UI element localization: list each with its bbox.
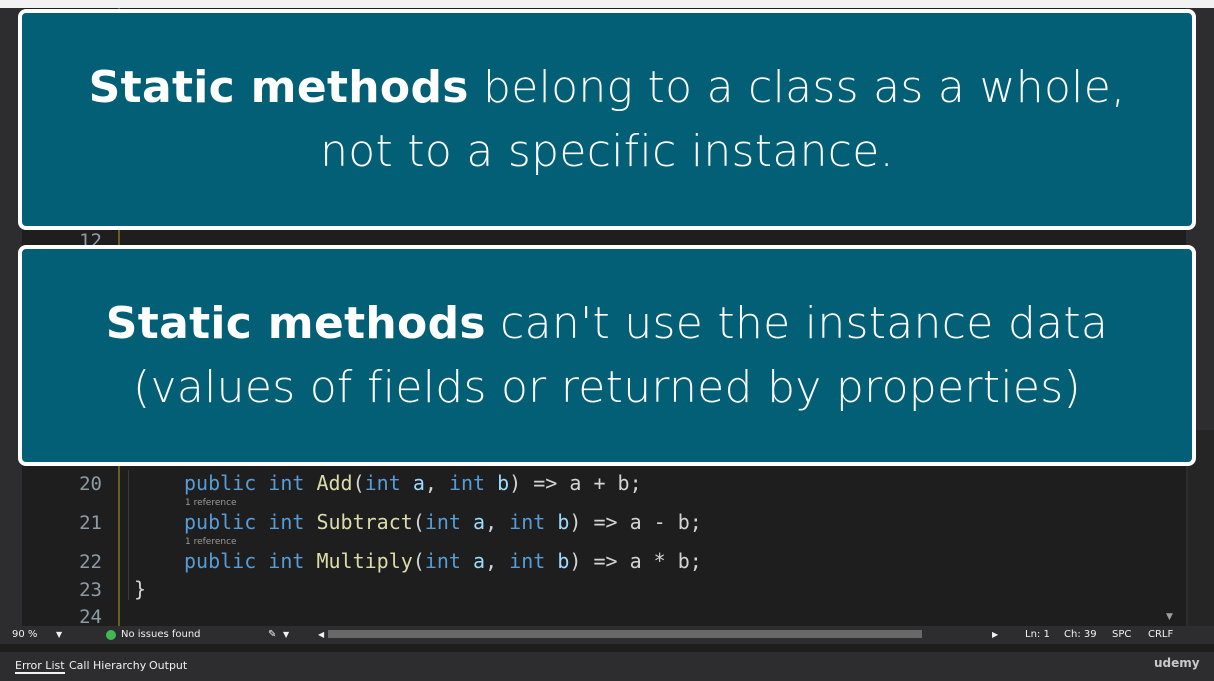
keyword: int — [268, 510, 305, 534]
keyword: public — [184, 549, 257, 573]
scroll-left-icon[interactable]: ◀ — [318, 630, 324, 639]
paren: ( — [412, 549, 425, 573]
keyword: public — [184, 471, 257, 495]
method-name: Subtract — [316, 510, 413, 534]
udemy-watermark: udemy — [1154, 656, 1200, 670]
code-line-subtract[interactable]: public int Subtract(int a, int b) => a -… — [184, 510, 702, 534]
tool-window-tabs: Error List Call Hierarchy Output — [0, 652, 1214, 681]
line-number-23: 23 — [79, 579, 102, 601]
keyword: int — [509, 549, 546, 573]
keyword: public — [184, 510, 257, 534]
codelens-references[interactable]: 1 reference — [185, 498, 237, 508]
code-line-multiply[interactable]: public int Multiply(int a, int b) => a *… — [184, 549, 702, 573]
whitespace-mode[interactable]: SPC — [1112, 629, 1131, 640]
param: b — [497, 471, 510, 495]
line-number-21: 21 — [79, 512, 102, 534]
chevron-down-icon[interactable]: ▼ — [283, 630, 289, 639]
callout-emphasis: Static methods — [88, 61, 469, 113]
line-number-22: 22 — [79, 551, 102, 573]
brush-icon[interactable]: ✎ — [268, 629, 276, 640]
check-circle-icon — [106, 630, 116, 640]
code-line-close-brace[interactable]: } — [134, 577, 146, 601]
keyword: int — [509, 510, 546, 534]
keyword: int — [364, 471, 401, 495]
method-name: Multiply — [316, 549, 413, 573]
callout-static-methods-belong: Static methods belong to a class as a wh… — [18, 9, 1196, 230]
issues-status[interactable]: No issues found — [121, 629, 201, 640]
param: a — [473, 549, 486, 573]
param: b — [557, 549, 570, 573]
expression: ) => a - b; — [569, 510, 702, 534]
chevron-down-icon[interactable]: ▼ — [56, 630, 62, 639]
line-ending[interactable]: CRLF — [1148, 629, 1173, 640]
indent-guide — [128, 470, 129, 600]
callout-text: Static methods can't use the instance da… — [42, 292, 1172, 420]
cursor-line[interactable]: Ln: 1 — [1025, 629, 1050, 640]
expression: ) => a * b; — [569, 549, 702, 573]
cursor-column[interactable]: Ch: 39 — [1064, 629, 1097, 640]
tab-error-list[interactable]: Error List — [15, 659, 65, 674]
zoom-level[interactable]: 90 % — [12, 629, 37, 640]
comma: , — [485, 549, 510, 573]
paren: ( — [412, 510, 425, 534]
callout-static-methods-instance-data: Static methods can't use the instance da… — [18, 245, 1196, 466]
keyword: int — [268, 471, 305, 495]
scroll-right-icon[interactable]: ▶ — [992, 630, 998, 639]
paren: ( — [352, 471, 365, 495]
method-name: Add — [316, 471, 353, 495]
codelens-references[interactable]: 1 reference — [185, 537, 237, 547]
keyword: int — [448, 471, 486, 495]
comma: , — [424, 471, 449, 495]
comma: , — [485, 510, 510, 534]
tab-call-hierarchy[interactable]: Call Hierarchy — [69, 659, 146, 672]
callout-emphasis: Static methods — [105, 297, 486, 349]
horizontal-scrollbar[interactable] — [328, 630, 922, 638]
tab-output[interactable]: Output — [149, 659, 187, 672]
callout-text: Static methods belong to a class as a wh… — [82, 56, 1132, 184]
code-line-add[interactable]: public int Add(int a, int b) => a + b; — [184, 471, 642, 495]
line-number-20: 20 — [79, 473, 102, 495]
scroll-down-arrow-icon[interactable]: ▼ — [1166, 612, 1173, 622]
keyword: int — [424, 510, 461, 534]
param: a — [412, 471, 425, 495]
keyword: int — [268, 549, 305, 573]
param: b — [557, 510, 570, 534]
expression: ) => a + b; — [509, 471, 642, 495]
top-window-strip — [0, 0, 1214, 8]
keyword: int — [424, 549, 461, 573]
param: a — [473, 510, 486, 534]
